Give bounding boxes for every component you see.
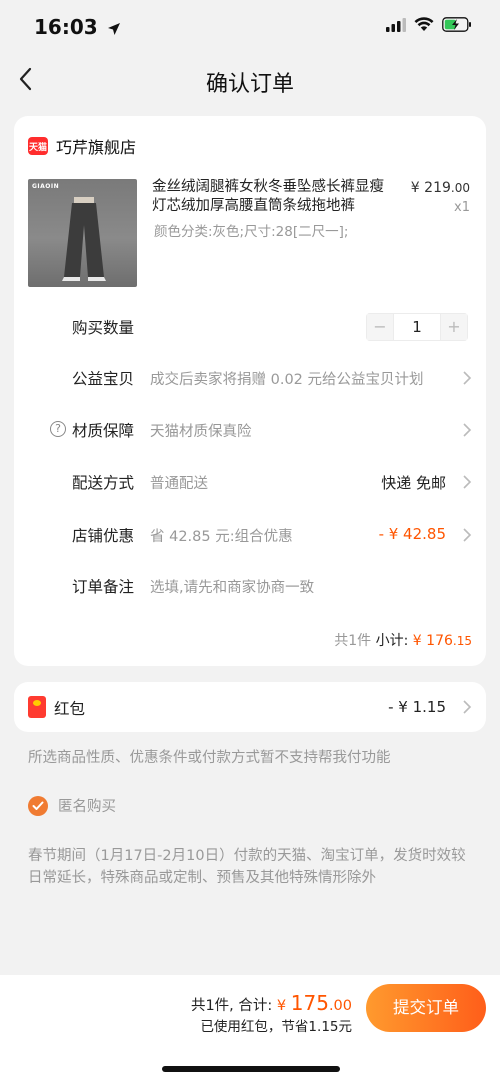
- red-packet-row[interactable]: 红包 - ¥ 1.15: [14, 682, 486, 732]
- decrease-button[interactable]: −: [366, 313, 394, 341]
- nav-bar: 确认订单: [0, 54, 500, 106]
- delivery-method: 快递 免邮: [381, 474, 446, 492]
- delivery-row[interactable]: 配送方式 普通配送 快递 免邮: [14, 471, 486, 495]
- quantity-label: 购买数量: [72, 319, 135, 337]
- subtotal-count: 共1件: [334, 633, 372, 649]
- submit-order-button[interactable]: 提交订单: [366, 984, 486, 1032]
- shop-discount-amount: - ¥ 42.85: [378, 525, 446, 543]
- total-amount: ¥ 175.00: [276, 991, 352, 1015]
- checkout-bar: 共1件, 合计: ¥ 175.00 已使用红包，节省1.15元 提交订单: [0, 975, 500, 1082]
- chevron-right-icon: [463, 423, 472, 437]
- order-card: 天猫 巧芹旗舰店 GIAOIN 金丝绒阔腿裤女秋冬垂坠感长裤显瘦灯芯绒加厚高腰直…: [14, 116, 486, 666]
- total-label: 合计:: [238, 998, 273, 1014]
- subtotal-label: 小计:: [375, 633, 409, 649]
- battery-charging-icon: [442, 17, 471, 32]
- shop-discount-value: 省 42.85 元:组合优惠: [150, 529, 293, 545]
- wifi-icon: [414, 17, 434, 31]
- anonymous-purchase-label: 匿名购买: [58, 799, 116, 815]
- location-arrow-icon: [107, 22, 120, 35]
- delivery-label: 配送方式: [72, 474, 135, 492]
- shop-discount-row[interactable]: 店铺优惠 省 42.85 元:组合优惠 - ¥ 42.85: [14, 524, 486, 548]
- order-remark-input[interactable]: 选填,请先和商家协商一致: [150, 576, 314, 597]
- page-title: 确认订单: [205, 72, 294, 97]
- chevron-right-icon: [463, 700, 472, 714]
- material-label: 材质保障: [72, 422, 135, 440]
- shop-name[interactable]: 巧芹旗舰店: [56, 134, 136, 158]
- delivery-value: 普通配送: [150, 476, 208, 492]
- shop-header[interactable]: 天猫 巧芹旗舰店: [28, 134, 136, 158]
- chevron-right-icon: [463, 475, 472, 489]
- help-icon[interactable]: ?: [50, 421, 66, 437]
- checkmark-icon[interactable]: [28, 795, 48, 816]
- quantity-row: 购买数量 − 1 +: [14, 313, 486, 341]
- subtotal-amount: ¥ 176.15: [412, 633, 472, 649]
- chevron-right-icon: [463, 371, 472, 385]
- quantity-input[interactable]: 1: [394, 313, 440, 341]
- savings-note: 已使用红包，节省1.15元: [200, 1019, 352, 1035]
- red-packet-label: 红包: [54, 700, 86, 718]
- product-image[interactable]: GIAOIN: [28, 179, 137, 287]
- home-indicator: [162, 1066, 340, 1072]
- product-image-brand: GIAOIN: [32, 183, 60, 190]
- order-remark-row[interactable]: 订单备注 选填,请先和商家协商一致: [14, 575, 486, 599]
- product-spec: 颜色分类:灰色;尺寸:28[二尺一];: [154, 224, 349, 240]
- shop-discount-label: 店铺优惠: [72, 527, 135, 545]
- quantity-stepper[interactable]: − 1 +: [366, 313, 468, 341]
- material-value: 天猫材质保真险: [150, 424, 252, 440]
- increase-button[interactable]: +: [440, 313, 468, 341]
- charity-label: 公益宝贝: [72, 370, 135, 388]
- charity-row[interactable]: 公益宝贝 成交后卖家将捐赠 0.02 元给公益宝贝计划: [14, 367, 486, 391]
- tmall-logo-icon: 天猫: [28, 137, 48, 155]
- cellular-signal-icon: [386, 17, 406, 32]
- subtotal: 共1件 小计: ¥ 176.15: [334, 630, 472, 650]
- pay-for-me-notice: 所选商品性质、优惠条件或付款方式暂不支持帮我付功能: [28, 750, 391, 766]
- red-packet-amount: - ¥ 1.15: [388, 698, 446, 716]
- holiday-shipping-notice: 春节期间（1月17日-2月10日）付款的天猫、淘宝订单，发货时效较日常延长，特殊…: [28, 848, 466, 886]
- total-line: 共1件, 合计: ¥ 175.00: [191, 991, 352, 1015]
- total-count: 共1件,: [190, 998, 234, 1014]
- red-packet-icon: [28, 696, 46, 718]
- product-quantity-multiplier: x1: [454, 200, 470, 215]
- product-price: ¥ 219.00: [410, 180, 470, 196]
- status-bar: 16:03: [0, 0, 500, 54]
- pants-photo-icon: [62, 197, 106, 281]
- status-time: 16:03: [34, 15, 121, 39]
- order-remark-label: 订单备注: [72, 578, 135, 596]
- chevron-right-icon: [463, 528, 472, 542]
- material-guarantee-row[interactable]: ? 材质保障 天猫材质保真险: [14, 419, 486, 443]
- product-title[interactable]: 金丝绒阔腿裤女秋冬垂坠感长裤显瘦灯芯绒加厚高腰直筒条绒拖地裤: [152, 178, 392, 216]
- anonymous-purchase-toggle[interactable]: 匿名购买: [28, 795, 116, 816]
- charity-value: 成交后卖家将捐赠 0.02 元给公益宝贝计划: [150, 372, 424, 388]
